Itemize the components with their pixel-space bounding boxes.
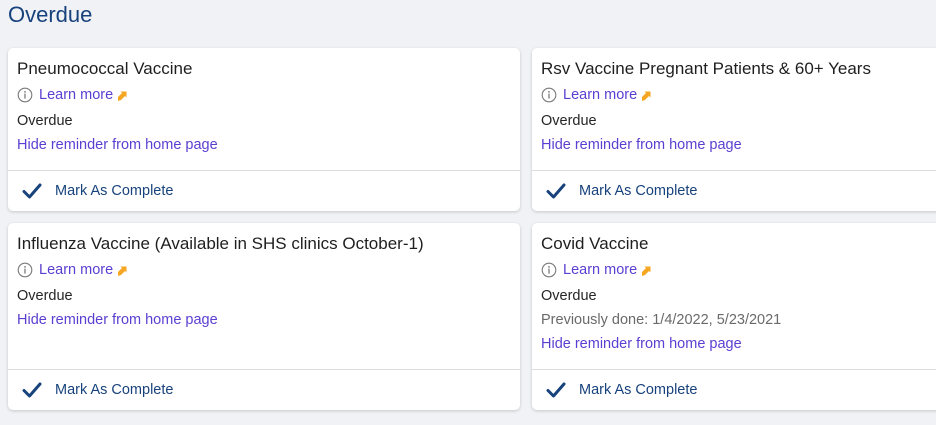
learn-more-row: Learn more: [17, 260, 128, 280]
mark-complete-label: Mark As Complete: [579, 183, 698, 199]
reminder-card-rsv: Rsv Vaccine Pregnant Patients & 60+ Year…: [532, 48, 936, 211]
learn-more-link[interactable]: Learn more: [39, 260, 113, 280]
checkmark-icon: [546, 382, 566, 398]
info-circle-icon: [17, 262, 33, 278]
external-link-arrow-icon: [642, 91, 651, 101]
mark-complete-label: Mark As Complete: [55, 183, 174, 199]
external-link-arrow-icon: [118, 91, 127, 101]
learn-more-row: Learn more: [17, 85, 128, 105]
info-circle-icon: [17, 87, 33, 103]
mark-complete-label: Mark As Complete: [55, 382, 174, 398]
status-text: Overdue: [17, 113, 73, 129]
hide-reminder-link[interactable]: Hide reminder from home page: [541, 334, 742, 354]
status-text: Overdue: [541, 288, 597, 304]
mark-complete-label: Mark As Complete: [579, 382, 698, 398]
previously-done-text: Previously done: 1/4/2022, 5/23/2021: [541, 312, 782, 328]
checkmark-icon: [22, 183, 42, 199]
reminder-card-covid: Covid Vaccine Learn more Overdue Previou…: [532, 223, 936, 410]
status-text: Overdue: [541, 113, 597, 129]
learn-more-link[interactable]: Learn more: [563, 260, 637, 280]
mark-complete-button[interactable]: Mark As Complete: [8, 369, 520, 410]
reminder-card-pneumococcal: Pneumococcal Vaccine Learn more Overdue …: [8, 48, 520, 211]
info-circle-icon: [541, 262, 557, 278]
card-title: Influenza Vaccine (Available in SHS clin…: [17, 234, 424, 253]
hide-reminder-link[interactable]: Hide reminder from home page: [17, 310, 218, 330]
hide-reminder-link[interactable]: Hide reminder from home page: [17, 135, 218, 155]
learn-more-row: Learn more: [541, 260, 652, 280]
info-circle-icon: [541, 87, 557, 103]
card-title: Rsv Vaccine Pregnant Patients & 60+ Year…: [541, 59, 871, 78]
card-title: Covid Vaccine: [541, 234, 649, 253]
mark-complete-button[interactable]: Mark As Complete: [8, 170, 520, 211]
mark-complete-button[interactable]: Mark As Complete: [532, 170, 936, 211]
checkmark-icon: [546, 183, 566, 199]
mark-complete-button[interactable]: Mark As Complete: [532, 369, 936, 410]
learn-more-link[interactable]: Learn more: [563, 85, 637, 105]
learn-more-row: Learn more: [541, 85, 652, 105]
hide-reminder-link[interactable]: Hide reminder from home page: [541, 135, 742, 155]
section-title: Overdue: [8, 2, 93, 27]
learn-more-link[interactable]: Learn more: [39, 85, 113, 105]
status-text: Overdue: [17, 288, 73, 304]
reminder-card-influenza: Influenza Vaccine (Available in SHS clin…: [8, 223, 520, 410]
card-title: Pneumococcal Vaccine: [17, 59, 193, 78]
external-link-arrow-icon: [118, 266, 127, 276]
external-link-arrow-icon: [642, 266, 651, 276]
checkmark-icon: [22, 382, 42, 398]
